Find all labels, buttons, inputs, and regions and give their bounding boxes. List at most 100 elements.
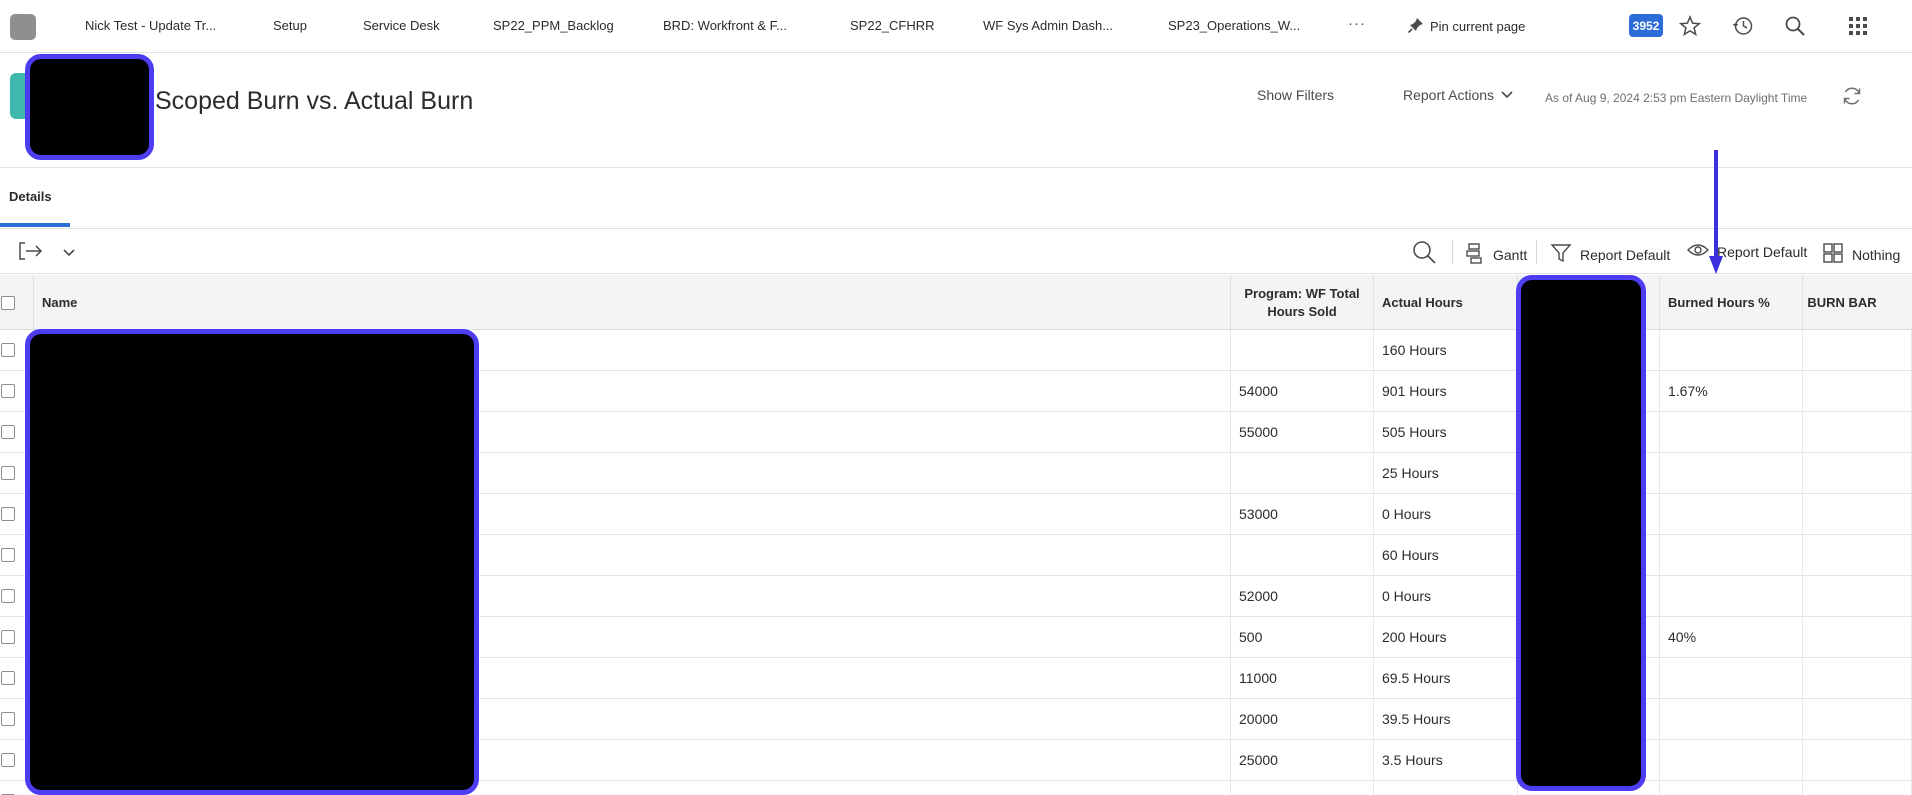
report-actions-label: Report Actions bbox=[1403, 87, 1495, 103]
nav-item-nick-test[interactable]: Nick Test - Update Tr... bbox=[85, 18, 216, 33]
report-toolbar: Gantt Report Default Report Default Noth… bbox=[0, 230, 1912, 274]
pin-label: Pin current page bbox=[1430, 19, 1526, 34]
column-header-burned-pct[interactable]: Burned Hours % bbox=[1660, 275, 1803, 330]
nav-item-wf-sys-admin[interactable]: WF Sys Admin Dash... bbox=[983, 18, 1113, 33]
toolbar-divider bbox=[1452, 240, 1453, 264]
pin-icon bbox=[1407, 16, 1425, 37]
tab-active-indicator bbox=[0, 223, 70, 227]
tab-details[interactable]: Details bbox=[9, 189, 52, 204]
notification-badge[interactable]: 3952 bbox=[1629, 14, 1663, 37]
burn-bar-cell bbox=[1803, 658, 1912, 698]
row-checkbox[interactable] bbox=[1, 671, 15, 685]
nav-item-sp22-ppm-backlog[interactable]: SP22_PPM_Backlog bbox=[493, 18, 614, 33]
actual-hours-cell: 160 Hours bbox=[1374, 330, 1518, 370]
burn-bar-cell bbox=[1803, 453, 1912, 493]
toolbar-divider bbox=[1536, 240, 1537, 264]
select-all-cell bbox=[0, 275, 34, 330]
nav-item-service-desk[interactable]: Service Desk bbox=[363, 18, 440, 33]
tab-bar: Details bbox=[0, 169, 1912, 229]
select-all-checkbox[interactable] bbox=[1, 295, 15, 310]
program-hours-cell bbox=[1231, 535, 1374, 575]
column-header-burn-bar[interactable]: BURN BAR bbox=[1803, 275, 1881, 330]
burn-bar-cell bbox=[1803, 535, 1912, 575]
actual-hours-cell: 200 Hours bbox=[1374, 617, 1518, 657]
burn-bar-cell bbox=[1803, 576, 1912, 616]
report-actions-dropdown[interactable]: Report Actions bbox=[1403, 87, 1514, 103]
more-icon[interactable]: ··· bbox=[1348, 15, 1366, 32]
row-checkbox[interactable] bbox=[1, 466, 15, 480]
burn-bar-cell bbox=[1803, 617, 1912, 657]
burned-pct-cell bbox=[1660, 453, 1803, 493]
view-dropdown[interactable]: Report Default bbox=[1687, 242, 1807, 261]
filter-icon bbox=[1550, 242, 1572, 267]
filter-dropdown[interactable]: Report Default bbox=[1550, 242, 1670, 267]
row-checkbox[interactable] bbox=[1, 507, 15, 521]
nav-item-brd-workfront[interactable]: BRD: Workfront & F... bbox=[663, 18, 787, 33]
column-header-name[interactable]: Name bbox=[34, 275, 1231, 330]
program-hours-cell: 55000 bbox=[1231, 412, 1374, 452]
burn-bar-cell bbox=[1803, 412, 1912, 452]
app-logo[interactable] bbox=[10, 14, 36, 40]
refresh-icon[interactable] bbox=[1841, 85, 1865, 109]
burn-bar-cell bbox=[1803, 371, 1912, 411]
redacted-region bbox=[25, 54, 154, 160]
row-checkbox[interactable] bbox=[1, 753, 15, 767]
nav-item-setup[interactable]: Setup bbox=[273, 18, 307, 33]
filter-label: Report Default bbox=[1580, 246, 1671, 263]
column-header-program-hours[interactable]: Program: WF Total Hours Sold bbox=[1231, 275, 1374, 330]
program-hours-cell bbox=[1231, 330, 1374, 370]
burned-pct-cell bbox=[1660, 699, 1803, 739]
redacted-region bbox=[25, 329, 479, 795]
star-icon[interactable] bbox=[1678, 14, 1702, 38]
burn-bar-cell bbox=[1803, 494, 1912, 534]
nav-item-sp23-operations[interactable]: SP23_Operations_W... bbox=[1168, 18, 1300, 33]
row-checkbox[interactable] bbox=[1, 589, 15, 603]
program-hours-cell: 54000 bbox=[1231, 371, 1374, 411]
program-hours-cell: 20000 bbox=[1231, 699, 1374, 739]
program-hours-cell: 11000 bbox=[1231, 658, 1374, 698]
program-hours-cell: 500 bbox=[1231, 617, 1374, 657]
burned-pct-cell bbox=[1660, 330, 1803, 370]
page-title: Scoped Burn vs. Actual Burn bbox=[155, 87, 474, 115]
burned-pct-cell bbox=[1660, 576, 1803, 616]
pin-current-page-button[interactable]: Pin current page bbox=[1407, 16, 1525, 37]
report-header: Scoped Burn vs. Actual Burn Show Filters… bbox=[0, 54, 1912, 168]
history-icon[interactable] bbox=[1731, 14, 1755, 38]
row-checkbox[interactable] bbox=[1, 343, 15, 357]
burned-pct-cell bbox=[1660, 658, 1803, 698]
gantt-icon bbox=[1465, 242, 1485, 267]
row-checkbox[interactable] bbox=[1, 384, 15, 398]
column-header-actual-hours[interactable]: Actual Hours bbox=[1374, 275, 1518, 330]
search-icon[interactable] bbox=[1783, 14, 1807, 38]
burned-pct-cell: 1.67% bbox=[1660, 371, 1803, 411]
gantt-button[interactable]: Gantt bbox=[1465, 242, 1527, 267]
row-checkbox[interactable] bbox=[1, 548, 15, 562]
burned-pct-cell bbox=[1660, 781, 1803, 795]
grouping-icon bbox=[1822, 242, 1844, 267]
export-icon[interactable] bbox=[18, 240, 44, 267]
actual-hours-cell: 69.5 Hours bbox=[1374, 658, 1518, 698]
burn-bar-cell bbox=[1803, 740, 1912, 780]
row-checkbox[interactable] bbox=[1, 425, 15, 439]
annotation-arrow-icon bbox=[1709, 150, 1723, 274]
row-checkbox[interactable] bbox=[1, 630, 15, 644]
actual-hours-cell: 3.5 Hours bbox=[1374, 740, 1518, 780]
export-chevron-down-icon[interactable] bbox=[62, 245, 76, 263]
nav-item-sp22-cfhrr[interactable]: SP22_CFHRR bbox=[850, 18, 935, 33]
row-checkbox[interactable] bbox=[1, 712, 15, 726]
actual-hours-cell: 0 Hours bbox=[1374, 576, 1518, 616]
actual-hours-cell: 505 Hours bbox=[1374, 412, 1518, 452]
redacted-region bbox=[1516, 275, 1646, 791]
program-hours-cell bbox=[1231, 453, 1374, 493]
apps-grid-icon[interactable] bbox=[1846, 14, 1870, 38]
burned-pct-cell bbox=[1660, 740, 1803, 780]
show-filters-button[interactable]: Show Filters bbox=[1257, 87, 1334, 103]
grouping-dropdown[interactable]: Nothing bbox=[1822, 242, 1900, 267]
burned-pct-cell: 40% bbox=[1660, 617, 1803, 657]
eye-icon bbox=[1687, 242, 1709, 261]
actual-hours-cell: 60 Hours bbox=[1374, 535, 1518, 575]
table-search-icon[interactable] bbox=[1411, 239, 1437, 270]
chevron-down-icon bbox=[1500, 87, 1514, 103]
top-navigation-bar: Nick Test - Update Tr... Setup Service D… bbox=[0, 0, 1912, 53]
as-of-timestamp: As of Aug 9, 2024 2:53 pm Eastern Daylig… bbox=[1545, 91, 1808, 105]
